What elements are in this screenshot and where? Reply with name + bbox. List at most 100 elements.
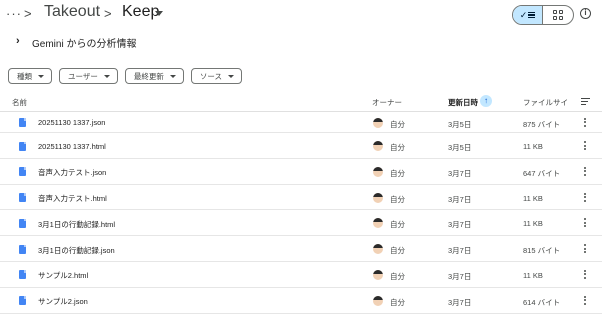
grid-view-icon [553,10,563,20]
kebab-menu-icon[interactable] [584,218,587,228]
more-horiz-icon[interactable]: ··· [6,6,22,21]
file-row[interactable]: 20251130 1337.html 自分 3月5日 11 KB [0,133,602,159]
kebab-menu-icon[interactable] [584,244,587,254]
file-icon [19,270,26,280]
list-view-icon [528,11,536,19]
check-icon: ✓ [519,9,528,20]
avatar [373,166,383,177]
top-bar: ··· > Takeout > Keep ✓ i [0,0,602,28]
dropdown-caret-icon [169,74,176,78]
file-name: サンプル2.json [38,297,88,307]
sort-options-icon[interactable] [581,98,590,105]
file-name: 20251130 1337.json [38,118,106,127]
file-size: 647 バイト [523,168,561,178]
file-icon [19,296,26,306]
column-header-owner[interactable]: オーナー [372,97,402,108]
column-header-size[interactable]: ファイルサイ [523,97,568,108]
file-name: 音声入力テスト.json [38,168,107,178]
file-row[interactable]: 音声入力テスト.json 自分 3月7日 647 バイト [0,159,602,185]
kebab-menu-icon[interactable] [584,192,587,202]
kebab-menu-icon[interactable] [584,141,587,150]
column-header-name[interactable]: 名前 [12,97,27,108]
file-icon [19,244,26,254]
file-icon [19,218,26,228]
avatar [373,269,383,280]
kebab-menu-icon[interactable] [584,295,587,305]
dropdown-caret-icon [227,74,234,78]
avatar [373,295,383,306]
file-owner: 自分 [390,168,405,178]
file-size: 11 KB [523,193,543,203]
avatar [373,117,383,128]
filter-user-chip[interactable]: ユーザー [59,68,118,84]
file-owner: 自分 [390,271,405,281]
filter-source-chip[interactable]: ソース [190,68,242,84]
file-size: 11 KB [523,270,543,280]
file-icon [19,167,26,177]
file-modified: 3月7日 [448,246,472,256]
dropdown-caret-icon[interactable] [155,11,163,16]
file-icon [19,193,26,203]
sort-arrow-up-icon[interactable]: ↑ [480,95,492,107]
avatar [373,218,383,229]
avatar [373,192,383,203]
chevron-right-icon: > [24,6,32,21]
kebab-menu-icon[interactable] [584,117,587,127]
file-name: サンプル2.html [38,271,89,281]
file-owner: 自分 [390,297,405,307]
grid-view-button[interactable] [543,6,573,24]
file-modified: 3月5日 [448,143,472,152]
filter-modified-chip[interactable]: 最終更新 [124,68,184,84]
file-row[interactable]: サンプル2.html 自分 3月7日 11 KB [0,262,602,288]
file-size: 614 バイト [523,297,561,307]
chevron-right-icon: › [16,35,20,47]
filter-label: ソース [199,71,222,81]
file-name: 20251130 1337.html [38,141,106,151]
list-view-button[interactable]: ✓ [513,6,544,24]
kebab-menu-icon[interactable] [584,166,587,176]
file-owner: 自分 [390,246,405,256]
file-name: 音声入力テスト.html [38,194,107,204]
gemini-insights-label: Gemini からの分析情報 [32,39,137,50]
info-icon[interactable]: i [580,8,591,19]
file-modified: 3月7日 [448,194,472,204]
dropdown-caret-icon [38,74,44,78]
file-size: 11 KB [523,142,543,151]
view-toggle: ✓ [512,5,574,25]
gemini-insights-row[interactable]: › Gemini からの分析情報 [0,32,602,52]
file-modified: 3月5日 [448,119,472,129]
file-list: 20251130 1337.json 自分 3月5日 875 バイト 20251130 … [0,112,602,314]
file-modified: 3月7日 [448,271,472,281]
filter-type-chip[interactable]: 種類 [8,68,52,84]
file-size: 875 バイト [523,119,561,129]
file-icon [19,141,26,151]
file-row[interactable]: 20251130 1337.json 自分 3月5日 875 バイト [0,112,602,133]
file-icon [19,118,26,127]
avatar [373,141,383,151]
file-row[interactable]: 音声入力テスト.html 自分 3月7日 11 KB [0,185,602,211]
file-row[interactable]: 3月1日の行動記録.json 自分 3月7日 815 バイト [0,236,602,262]
file-size: 815 バイト [523,246,561,256]
file-row[interactable]: 3月1日の行動記録.html 自分 3月7日 11 KB [0,210,602,237]
file-modified: 3月7日 [448,297,472,307]
file-owner: 自分 [390,119,405,129]
file-name: 3月1日の行動記録.json [38,245,115,255]
file-owner: 自分 [390,143,405,152]
avatar [373,244,383,255]
file-name: 3月1日の行動記録.html [38,219,116,229]
file-modified: 3月7日 [448,168,472,178]
column-header-modified[interactable]: 更新日時 [448,97,478,108]
filter-label: 種類 [17,71,32,81]
file-owner: 自分 [390,220,405,230]
breadcrumb-takeout[interactable]: Takeout [44,3,100,21]
file-size: 11 KB [523,219,543,229]
dropdown-caret-icon [103,74,110,78]
kebab-menu-icon[interactable] [584,269,587,279]
filter-label: 最終更新 [133,71,164,81]
file-owner: 自分 [390,194,405,204]
breadcrumb-keep[interactable]: Keep [122,3,159,21]
chevron-right-icon: > [104,6,112,21]
file-modified: 3月7日 [448,220,472,230]
filter-bar: 種類 ユーザー 最終更新 ソース [8,68,242,84]
file-row[interactable]: サンプル2.json 自分 3月7日 614 バイト [0,288,602,314]
